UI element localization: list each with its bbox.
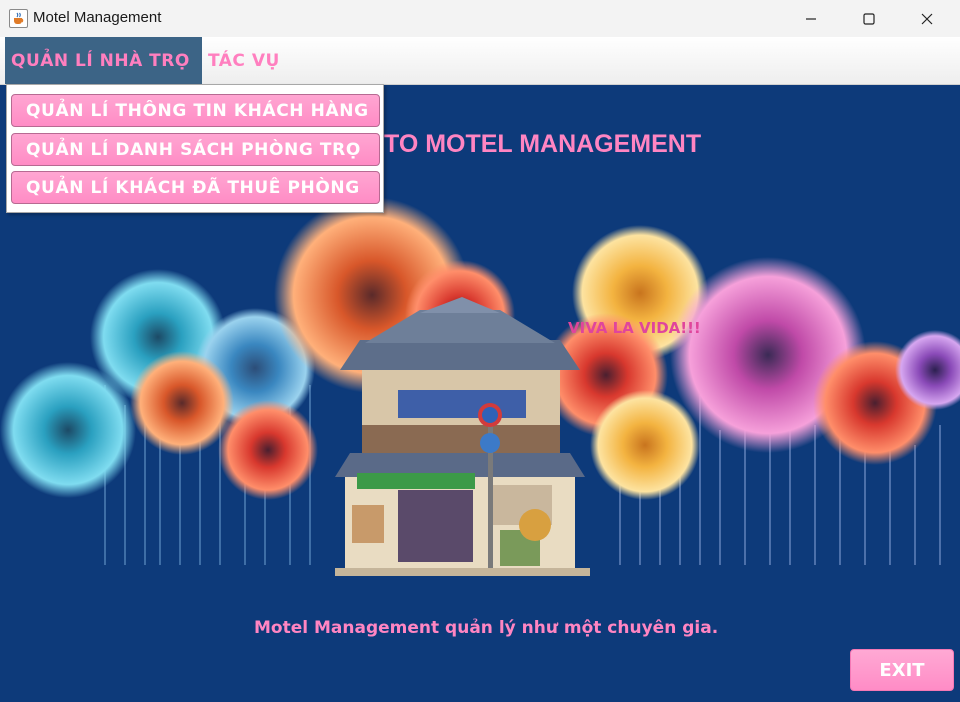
menu-item-customer-info[interactable]: QUẢN LÍ THÔNG TIN KHÁCH HÀNG	[11, 94, 380, 127]
menu-bar: QUẢN LÍ NHÀ TRỌ TÁC VỤ	[0, 37, 960, 85]
motel-building	[335, 297, 590, 576]
minimize-button[interactable]	[782, 0, 840, 37]
maximize-icon	[863, 12, 875, 25]
minimize-icon	[806, 17, 816, 20]
java-cup-icon	[9, 9, 28, 28]
close-button[interactable]	[898, 0, 956, 37]
menu-item-rented-customers[interactable]: QUẢN LÍ KHÁCH ĐÃ THUÊ PHÒNG	[11, 171, 380, 204]
menu-quan-li-nha-tro[interactable]: QUẢN LÍ NHÀ TRỌ	[5, 37, 202, 84]
window-titlebar: Motel Management	[0, 0, 960, 37]
close-icon	[921, 13, 933, 24]
viva-la-vida-text: VIVA LA VIDA!!!	[568, 319, 701, 337]
dropdown-menu: QUẢN LÍ THÔNG TIN KHÁCH HÀNG QUẢN LÍ DAN…	[6, 84, 384, 213]
window-title: Motel Management	[33, 9, 162, 26]
maximize-button[interactable]	[840, 0, 898, 37]
menu-item-room-list[interactable]: QUẢN LÍ DANH SÁCH PHÒNG TRỌ	[11, 133, 380, 166]
menu-tac-vu[interactable]: TÁC VỤ	[202, 37, 286, 84]
welcome-title: TO MOTEL MANAGEMENT	[384, 130, 702, 158]
tagline-text: Motel Management quản lý như một chuyên …	[254, 618, 719, 638]
exit-button[interactable]: EXIT	[850, 649, 954, 691]
